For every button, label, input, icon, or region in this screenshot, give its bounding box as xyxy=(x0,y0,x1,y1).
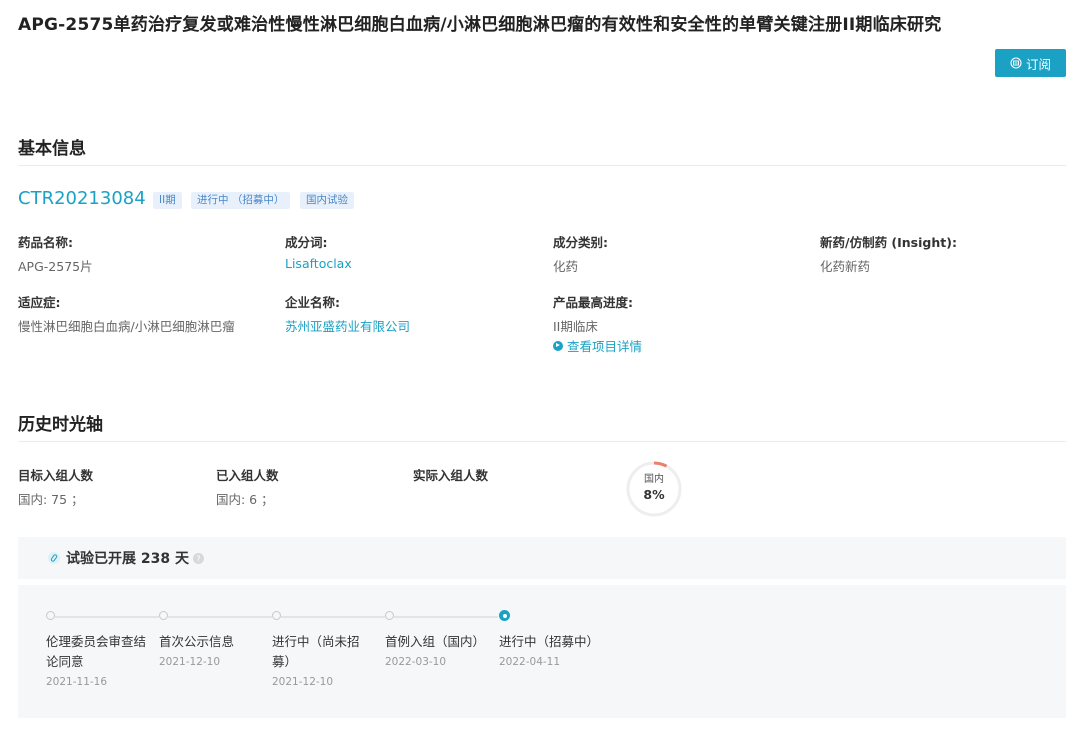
new-or-generic-value: 化药新药 xyxy=(820,259,871,274)
timeline-node xyxy=(46,611,55,620)
enrolled-value: 国内: 6 ； xyxy=(216,492,274,507)
basic-info-title: 基本信息 xyxy=(18,139,86,159)
timeline-connector xyxy=(281,616,385,618)
timeline-event-label: 伦理委员会审查结论同意 xyxy=(46,634,147,669)
timeline-node xyxy=(272,611,281,620)
project-detail-link[interactable]: 查看项目详情 xyxy=(553,336,642,355)
status-tag: 进行中 （招募中） xyxy=(191,192,291,209)
ingredient-type-value: 化药 xyxy=(553,259,579,274)
subscribe-button[interactable]: 订阅 xyxy=(995,49,1066,77)
svg-text:?: ? xyxy=(196,554,200,563)
section-divider xyxy=(18,165,1066,166)
company-label: 企业名称: xyxy=(285,295,340,310)
ingredient-link[interactable]: Lisaftoclax xyxy=(285,256,352,271)
help-icon[interactable]: ? xyxy=(192,552,204,564)
indication-label: 适应症: xyxy=(18,295,61,310)
timeline-title: 历史时光轴 xyxy=(18,415,103,435)
company-link[interactable]: 苏州亚盛药业有限公司 xyxy=(285,316,410,335)
ingredient-type-label: 成分类别: xyxy=(553,235,608,250)
timeline-event-label: 首次公示信息 xyxy=(159,634,235,649)
timeline-event-date: 2021-11-16 xyxy=(46,676,108,688)
timeline-node-current xyxy=(499,610,510,621)
enrolled-label: 已入组人数 xyxy=(216,468,279,483)
max-progress-value: II期临床 xyxy=(553,319,598,334)
subscribe-label: 订阅 xyxy=(1025,56,1051,72)
timeline-event-date: 2021-12-10 xyxy=(272,676,334,688)
timeline-event-date: 2022-03-10 xyxy=(385,656,447,668)
ingredient-label: 成分词: xyxy=(285,235,328,250)
timeline-connector xyxy=(394,616,498,618)
trial-duration-text: 试验已开展 238 天 xyxy=(66,551,189,567)
phase-tag: II期 xyxy=(153,192,182,209)
trial-duration-bar: 试验已开展 238 天 ? xyxy=(18,537,1066,579)
indication-value: 慢性淋巴细胞白血病/小淋巴细胞淋巴瘤 xyxy=(18,319,235,334)
timeline-node xyxy=(159,611,168,620)
arrow-circle-icon xyxy=(553,340,563,351)
timeline-event-date: 2022-04-11 xyxy=(499,656,561,668)
subscribe-icon xyxy=(1010,57,1022,69)
target-enrollment-label: 目标入组人数 xyxy=(18,468,94,483)
donut-label: 国内 xyxy=(644,474,664,485)
timeline-event-label: 首例入组（国内） xyxy=(385,634,486,649)
page-title: APG-2575单药治疗复发或难治性慢性淋巴细胞白血病/小淋巴细胞淋巴瘤的有效性… xyxy=(18,15,942,35)
timeline-connector xyxy=(168,616,272,618)
timeline-connector xyxy=(55,616,159,618)
scope-tag: 国内试验 xyxy=(300,192,354,209)
drug-name-label: 药品名称: xyxy=(18,235,73,250)
trial-id[interactable]: CTR20213084 xyxy=(18,188,146,209)
project-detail-label: 查看项目详情 xyxy=(567,339,643,354)
target-enrollment-value: 国内: 75 ； xyxy=(18,492,84,507)
new-or-generic-label: 新药/仿制药 (Insight): xyxy=(820,235,957,250)
timeline-node xyxy=(385,611,394,620)
donut-center: 国内 8% xyxy=(625,474,683,504)
drug-name-value: APG-2575片 xyxy=(18,259,93,274)
donut-percent: 8% xyxy=(643,487,665,502)
timeline-event-date: 2021-12-10 xyxy=(159,656,221,668)
timeline-event-label: 进行中（尚未招募） xyxy=(272,634,360,669)
pill-icon xyxy=(48,552,60,564)
max-progress-label: 产品最高进度: xyxy=(553,295,633,310)
timeline-event-label: 进行中（招募中） xyxy=(499,634,600,649)
section-divider xyxy=(18,441,1066,442)
actual-enrollment-label: 实际入组人数 xyxy=(413,468,489,483)
